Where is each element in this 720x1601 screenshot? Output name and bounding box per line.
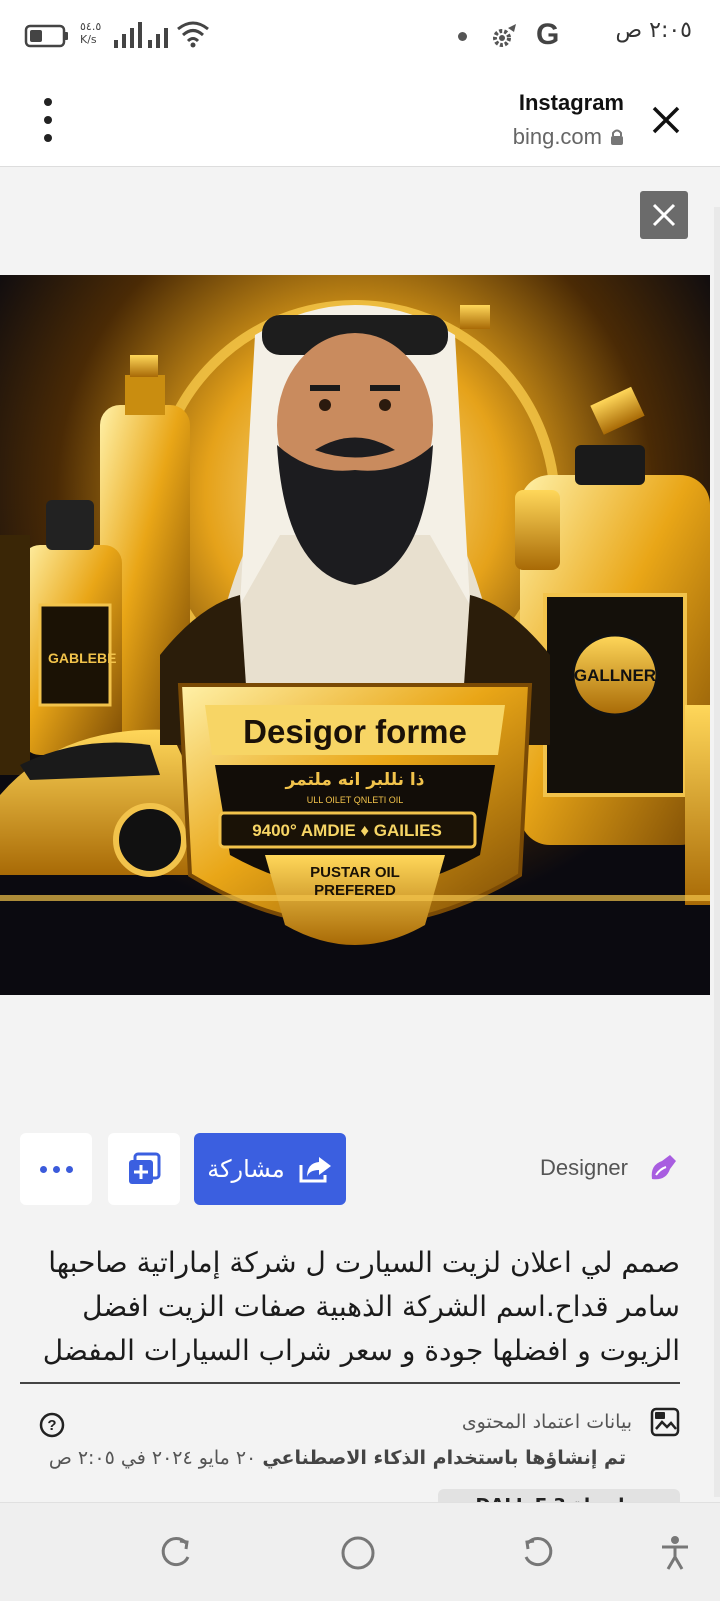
more-vert-icon[interactable] [36,98,60,142]
close-image-button[interactable] [640,191,688,239]
wifi-icon [177,21,209,48]
speed-unit: K/s [80,33,97,46]
svg-text:?: ? [47,1417,56,1434]
url-text: bing.com [512,124,602,149]
created-with-ai-label: تم إنشاؤها باستخدام الذكاء الاصطناعي [262,1447,626,1469]
share-label: مشاركة [207,1155,285,1183]
close-icon [652,106,680,134]
help-icon[interactable]: ? [38,1411,66,1439]
share-arrow-icon [299,1157,331,1183]
page-url: bing.com [513,124,624,150]
lock-icon [611,129,623,145]
close-icon [652,203,676,227]
notification-dot-icon [458,32,467,41]
content-credentials-icon [650,1407,680,1437]
more-options-button[interactable] [20,1133,92,1205]
bottle-left-label: GABLEBE [48,650,116,666]
designer-label: Designer [539,1155,628,1180]
ad-footer-line-1: PUSTAR OIL [310,864,400,881]
signal-icon [114,22,168,48]
created-with-ai-line: تم إنشاؤها باستخدام الذكاء الاصطناعي ٢٠ … [49,1447,626,1469]
back-icon[interactable] [520,1535,554,1569]
battery-icon [24,24,68,48]
network-speed: ٥٤.٥ K/s [80,20,101,46]
browser-toolbar: Instagram bing.com [0,72,720,167]
scrollbar[interactable] [714,207,720,1497]
image-viewer: GABLEBE GALLNER Desigor forme ذا نللبر ا… [0,167,720,1519]
status-bar: ٥٤.٥ K/s G ٢:٠٥ ص [0,0,720,72]
accessibility-icon[interactable] [660,1535,690,1571]
home-icon[interactable] [340,1535,376,1571]
ad-plate-text: 9400° AMDIE ♦ GAILIES [252,821,442,840]
add-to-collection-icon [129,1152,161,1184]
close-tab-button[interactable] [640,94,692,146]
content-credentials-title[interactable]: بيانات اعتماد المحتوى [462,1411,632,1433]
ellipsis-icon [39,1165,47,1173]
designer-logo-icon [651,1155,676,1180]
google-icon: G [536,18,560,51]
generated-image[interactable]: GABLEBE GALLNER Desigor forme ذا نللبر ا… [0,275,710,995]
created-date: ٢٠ مايو ٢٠٢٤ في ٢:٠٥ ص [48,1447,257,1469]
clock: ٢:٠٥ ص [615,18,692,43]
divider [20,1382,680,1384]
prompt-text: صمم لي اعلان لزيت السيارت ل شركة إماراتي… [42,1246,680,1367]
designer-credit[interactable]: Designer [540,1151,680,1185]
page-title: Instagram [518,90,624,115]
speed-value: ٥٤.٥ [80,20,102,33]
system-navigation-bar [0,1502,720,1601]
rotate-recent-icon[interactable] [160,1535,194,1569]
add-to-collection-button[interactable] [108,1133,180,1205]
image-actions: مشاركة Designer [0,1133,720,1205]
ad-small-caption: ULL OILET QNLETI OIL [307,795,404,805]
ad-arabic-ribbon: ذا نللبر انه ملتمر [285,770,425,790]
settings-gear-icon [493,24,516,47]
bottle-right-label: GALLNER [574,666,656,685]
share-button[interactable]: مشاركة [194,1133,346,1205]
ad-artwork: GABLEBE GALLNER Desigor forme ذا نللبر ا… [0,275,710,995]
ad-headline: Desigor forme [243,713,467,750]
